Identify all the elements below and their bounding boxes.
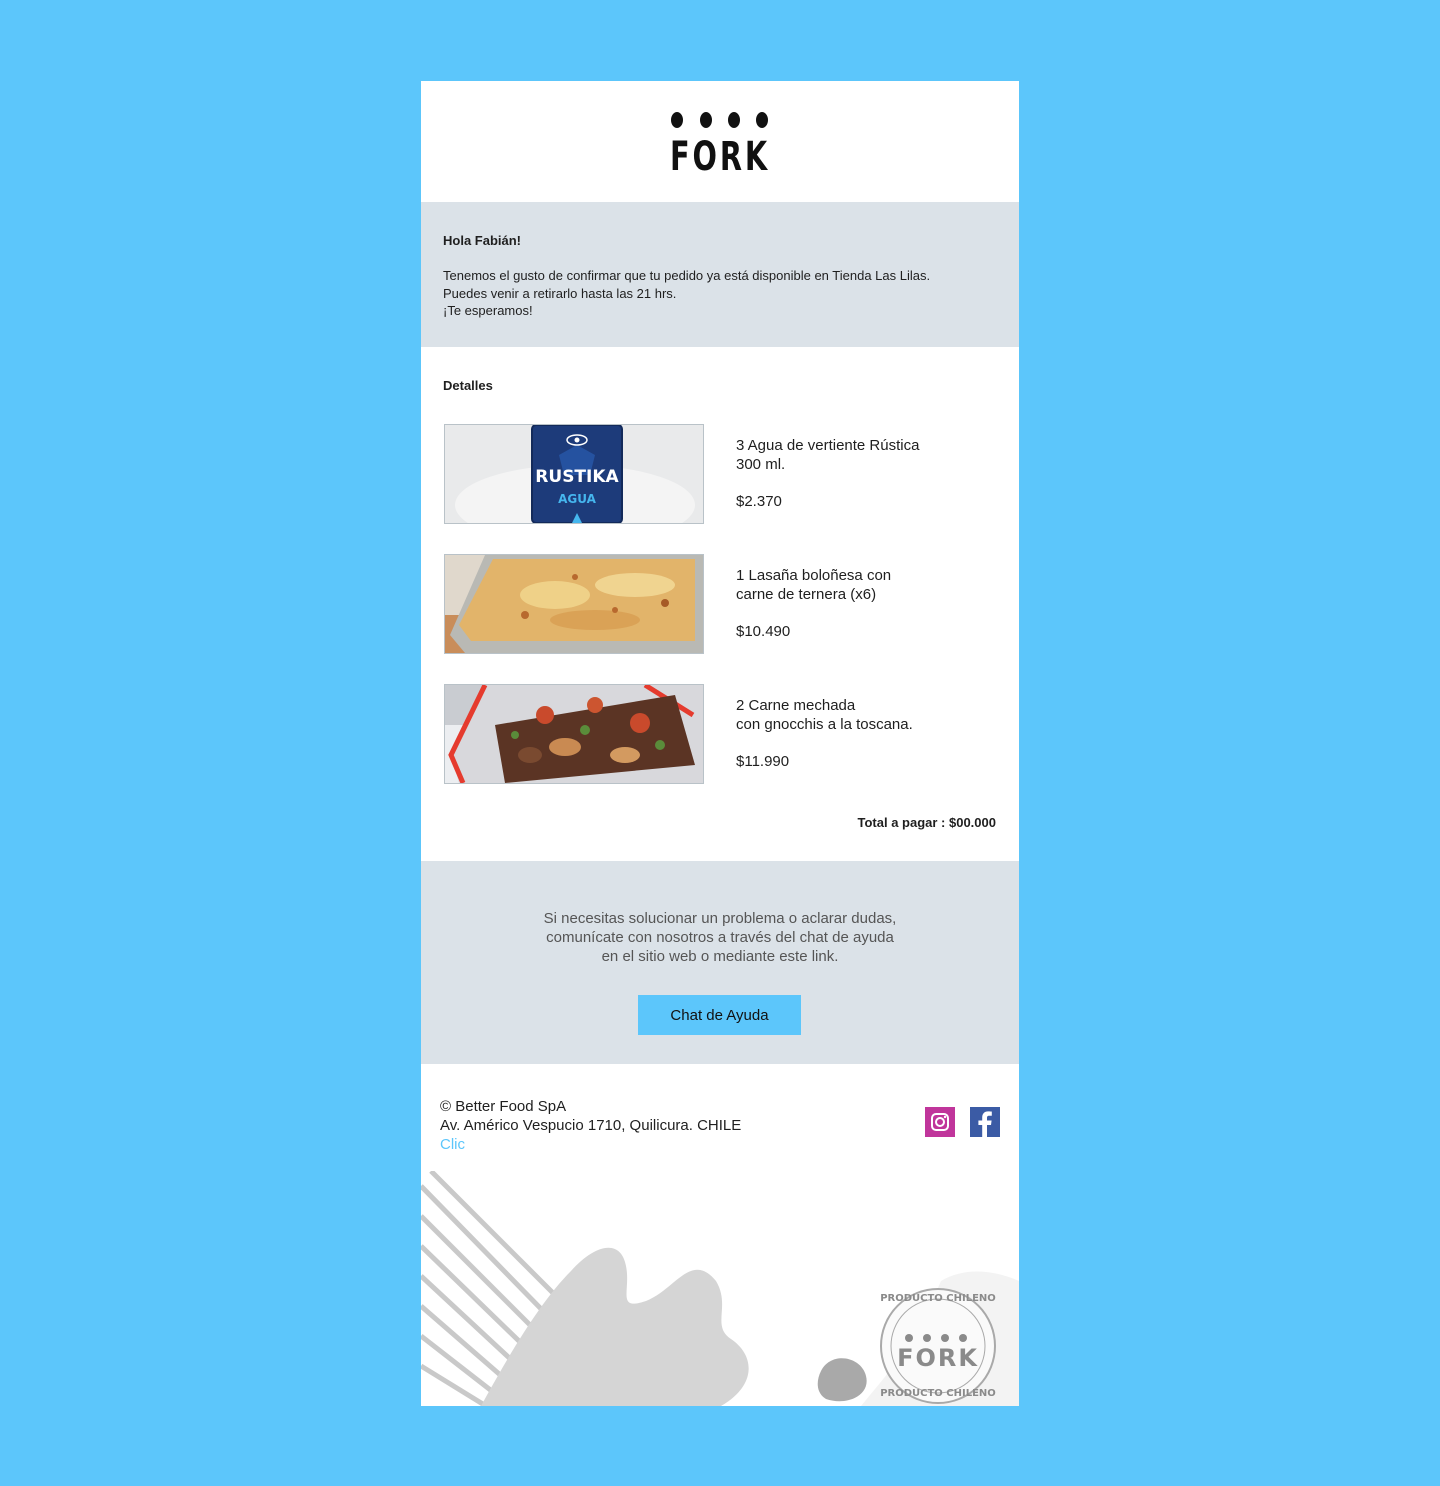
greeting-line: Tenemos el gusto de confirmar que tu ped…	[443, 268, 931, 283]
greeting-line: Puedes venir a retirarlo hasta las 21 hr…	[443, 285, 677, 301]
item-name-line: con gnocchis a la toscana.	[736, 716, 913, 733]
item-name-line: 3 Agua de vertiente Rústica	[736, 437, 920, 454]
greeting-message: Tenemos el gusto de confirmar que tu ped…	[443, 267, 930, 320]
item-name: 2 Carne mechada con gnocchis a la toscan…	[736, 696, 966, 734]
stamp-brand: FORK	[897, 1344, 979, 1372]
order-item: 1 Lasaña boloñesa con carne de ternera (…	[444, 554, 998, 654]
greeting-panel: Hola Fabián! Tenemos el gusto de confirm…	[421, 202, 1019, 347]
help-line: Si necesitas solucionar un problema o ac…	[543, 910, 897, 927]
instagram-icon[interactable]	[925, 1107, 955, 1137]
details-title: Detalles	[443, 378, 493, 393]
product-image-water: RUSTIKA AGUA	[444, 424, 704, 524]
product-image-beef	[444, 684, 704, 784]
order-item: 2 Carne mechada con gnocchis a la toscan…	[444, 684, 998, 784]
greeting-title: Hola Fabián!	[443, 233, 522, 248]
product-image-lasagna	[444, 554, 704, 654]
email-header: FORK	[421, 81, 1019, 202]
stamp-bottom-text: PRODUCTO CHILENO	[880, 1388, 996, 1399]
facebook-icon[interactable]	[970, 1107, 1000, 1137]
address: Av. Américo Vespucio 1710, Quilicura. CH…	[440, 1117, 742, 1134]
footer-link[interactable]: Clic	[440, 1135, 741, 1154]
item-price: $11.990	[736, 753, 790, 770]
logo-text: FORK	[670, 134, 770, 173]
water-sublabel: AGUA	[558, 492, 597, 506]
help-line: comunícate con nosotros a través del cha…	[546, 929, 894, 946]
item-name-line: 2 Carne mechada	[736, 697, 856, 714]
help-panel: Si necesitas solucionar un problema o ac…	[421, 861, 1019, 1064]
order-item: RUSTIKA AGUA 3 Agua de vertiente Rústica…	[444, 424, 998, 524]
email-card: FORK Hola Fabián! Tenemos el gusto de co…	[421, 81, 1019, 1406]
item-name-line: 1 Lasaña boloñesa con	[736, 567, 892, 584]
order-total: Total a pagar : $00.000	[857, 815, 997, 830]
fork-logo: FORK	[670, 112, 770, 173]
greeting-line: ¡Te esperamos!	[443, 303, 533, 318]
item-price: $2.370	[736, 493, 782, 510]
stamp-top-text: PRODUCTO CHILENO	[880, 1293, 996, 1304]
footer-info: © Better Food SpA Av. Américo Vespucio 1…	[440, 1097, 741, 1154]
item-name-line: 300 ml.	[736, 456, 786, 473]
item-name: 3 Agua de vertiente Rústica 300 ml.	[736, 436, 966, 474]
copyright: © Better Food SpA	[440, 1098, 567, 1115]
help-text: Si necesitas solucionar un problema o ac…	[421, 909, 1019, 966]
chat-help-button[interactable]: Chat de Ayuda	[638, 995, 801, 1035]
water-brand-label: RUSTIKA	[535, 467, 619, 487]
decorative-footer-art: PRODUCTO CHILENO FORK PRODUCTO CHILENO	[421, 1171, 1019, 1406]
item-name: 1 Lasaña boloñesa con carne de ternera (…	[736, 566, 966, 604]
item-name-line: carne de ternera (x6)	[736, 586, 877, 603]
help-line: en el sitio web o mediante este link.	[601, 948, 839, 965]
item-price: $10.490	[736, 623, 791, 640]
